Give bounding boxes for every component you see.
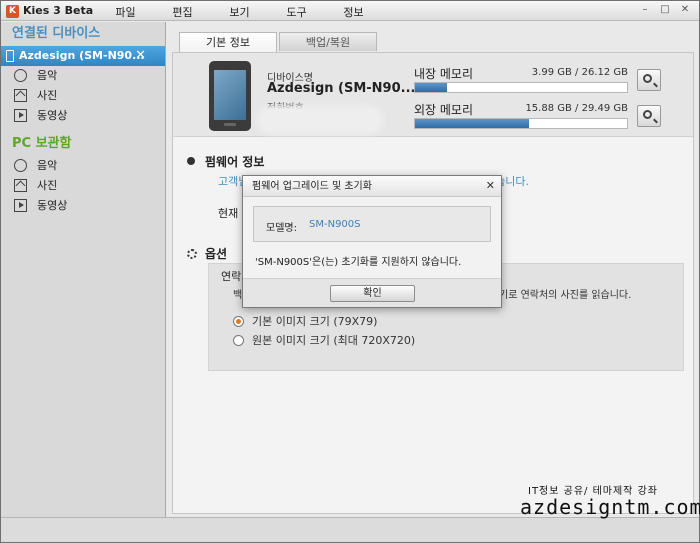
modal-overlay: 펌웨어 업그레이드 및 초기화 ✕ 모델명: SM-N900S 'SM-N900… xyxy=(0,0,700,543)
dialog-message: 'SM-N900S'은(는) 초기화를 지원하지 않습니다. xyxy=(255,257,462,268)
model-label: 모델명: xyxy=(266,223,297,234)
dialog-title: 펌웨어 업그레이드 및 초기화 ✕ xyxy=(243,176,501,197)
ok-button[interactable]: 확인 xyxy=(330,285,415,302)
model-value: SM-N900S xyxy=(309,219,361,230)
dialog-footer: 확인 xyxy=(243,278,501,307)
dialog-close-icon[interactable]: ✕ xyxy=(486,180,495,192)
firmware-dialog: 펌웨어 업그레이드 및 초기화 ✕ 모델명: SM-N900S 'SM-N900… xyxy=(242,175,502,308)
model-info-box: 모델명: SM-N900S xyxy=(253,206,491,242)
